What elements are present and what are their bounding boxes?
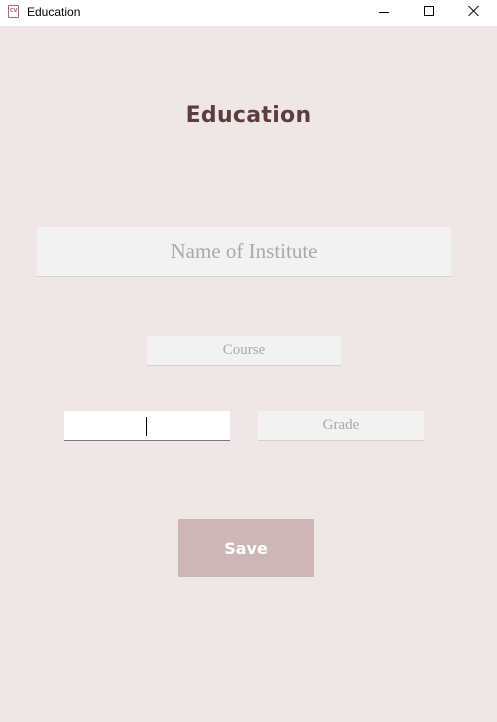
education-window: Education Education Save xyxy=(0,0,497,722)
window-title: Education xyxy=(27,5,81,19)
close-button[interactable] xyxy=(451,0,497,26)
maximize-button[interactable] xyxy=(406,0,452,26)
save-button[interactable]: Save xyxy=(178,519,314,577)
close-icon xyxy=(468,5,480,17)
text-cursor xyxy=(146,417,147,436)
page-title: Education xyxy=(185,103,312,128)
institute-name-field[interactable] xyxy=(37,227,451,277)
title-bar[interactable]: Education xyxy=(0,0,497,26)
minimize-icon xyxy=(379,12,389,13)
year-field[interactable] xyxy=(64,411,230,441)
maximize-icon xyxy=(424,6,434,16)
cv-document-icon xyxy=(8,5,19,18)
grade-field[interactable] xyxy=(258,411,424,441)
minimize-button[interactable] xyxy=(361,0,407,26)
course-field[interactable] xyxy=(147,336,341,366)
